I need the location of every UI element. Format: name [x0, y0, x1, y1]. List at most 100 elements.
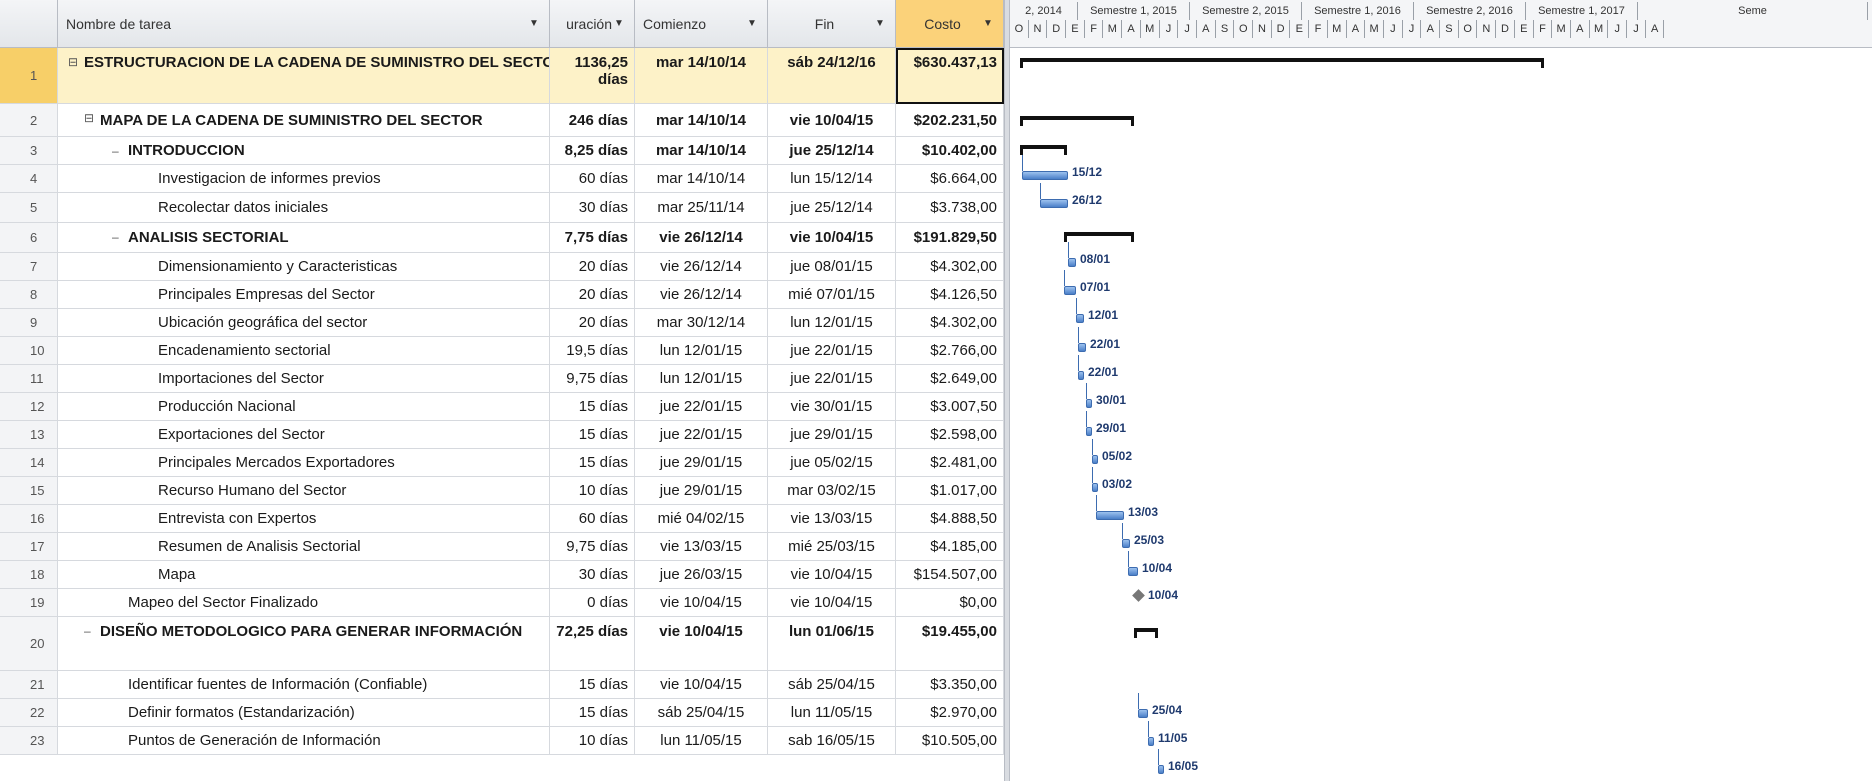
start-date-cell[interactable]: mié 04/02/15: [635, 505, 768, 533]
col-header-costo[interactable]: Costo ▼: [896, 0, 1004, 48]
task-name-cell[interactable]: – ANALISIS SECTORIAL: [58, 223, 550, 253]
milestone-diamond[interactable]: [1132, 589, 1145, 602]
row-id-cell[interactable]: 8: [0, 281, 58, 309]
start-date-cell[interactable]: sáb 25/04/15: [635, 699, 768, 727]
task-name-cell[interactable]: ⊟ ESTRUCTURACION DE LA CADENA DE SUMINIST…: [58, 48, 550, 104]
task-name-cell[interactable]: Investigacion de informes previos: [58, 165, 550, 193]
collapse-toggle-icon[interactable]: ⊟: [84, 110, 94, 127]
end-date-cell[interactable]: jue 25/12/14: [768, 137, 896, 165]
collapse-toggle-icon[interactable]: ⊟: [68, 54, 78, 71]
row-id-cell[interactable]: 5: [0, 193, 58, 223]
task-bar[interactable]: [1040, 199, 1068, 208]
cost-cell[interactable]: $630.437,13: [896, 48, 1004, 104]
filter-arrow-icon[interactable]: ▼: [612, 18, 626, 29]
end-date-cell[interactable]: lun 15/12/14: [768, 165, 896, 193]
duration-cell[interactable]: 246 días: [550, 104, 635, 137]
start-date-cell[interactable]: vie 10/04/15: [635, 589, 768, 617]
col-header-name[interactable]: Nombre de tarea ▼: [58, 0, 550, 48]
cost-cell[interactable]: $4.302,00: [896, 253, 1004, 281]
end-date-cell[interactable]: vie 10/04/15: [768, 223, 896, 253]
duration-cell[interactable]: 10 días: [550, 727, 635, 755]
task-bar[interactable]: [1158, 765, 1164, 774]
row-id-cell[interactable]: 14: [0, 449, 58, 477]
cost-cell[interactable]: $3.007,50: [896, 393, 1004, 421]
task-name-cell[interactable]: Encadenamiento sectorial: [58, 337, 550, 365]
task-name-cell[interactable]: Definir formatos (Estandarización): [58, 699, 550, 727]
start-date-cell[interactable]: jue 29/01/15: [635, 449, 768, 477]
duration-cell[interactable]: 20 días: [550, 281, 635, 309]
row-id-cell[interactable]: 20: [0, 617, 58, 671]
row-id-cell[interactable]: 16: [0, 505, 58, 533]
task-name-cell[interactable]: Mapa: [58, 561, 550, 589]
duration-cell[interactable]: 9,75 días: [550, 365, 635, 393]
row-id-cell[interactable]: 11: [0, 365, 58, 393]
duration-cell[interactable]: 60 días: [550, 165, 635, 193]
cost-cell[interactable]: $4.888,50: [896, 505, 1004, 533]
task-name-cell[interactable]: Principales Empresas del Sector: [58, 281, 550, 309]
start-date-cell[interactable]: jue 29/01/15: [635, 477, 768, 505]
task-name-cell[interactable]: Mapeo del Sector Finalizado: [58, 589, 550, 617]
task-name-cell[interactable]: Producción Nacional: [58, 393, 550, 421]
start-date-cell[interactable]: lun 12/01/15: [635, 337, 768, 365]
cost-cell[interactable]: $154.507,00: [896, 561, 1004, 589]
task-name-cell[interactable]: – INTRODUCCION: [58, 137, 550, 165]
collapse-toggle-icon[interactable]: –: [84, 623, 91, 640]
row-id-cell[interactable]: 10: [0, 337, 58, 365]
col-header-comienzo[interactable]: Comienzo ▼: [635, 0, 768, 48]
duration-cell[interactable]: 20 días: [550, 309, 635, 337]
row-id-cell[interactable]: 17: [0, 533, 58, 561]
filter-arrow-icon[interactable]: ▼: [527, 18, 541, 29]
row-id-cell[interactable]: 7: [0, 253, 58, 281]
cost-cell[interactable]: $10.505,00: [896, 727, 1004, 755]
row-id-cell[interactable]: 23: [0, 727, 58, 755]
end-date-cell[interactable]: vie 30/01/15: [768, 393, 896, 421]
duration-cell[interactable]: 10 días: [550, 477, 635, 505]
end-date-cell[interactable]: lun 01/06/15: [768, 617, 896, 671]
task-bar[interactable]: [1086, 427, 1092, 436]
task-bar[interactable]: [1122, 539, 1130, 548]
col-header-fin[interactable]: Fin ▼: [768, 0, 896, 48]
task-bar[interactable]: [1022, 171, 1068, 180]
end-date-cell[interactable]: sáb 25/04/15: [768, 671, 896, 699]
cost-cell[interactable]: $19.455,00: [896, 617, 1004, 671]
start-date-cell[interactable]: mar 14/10/14: [635, 48, 768, 104]
start-date-cell[interactable]: mar 14/10/14: [635, 104, 768, 137]
duration-cell[interactable]: 20 días: [550, 253, 635, 281]
start-date-cell[interactable]: jue 26/03/15: [635, 561, 768, 589]
start-date-cell[interactable]: mar 30/12/14: [635, 309, 768, 337]
duration-cell[interactable]: 72,25 días: [550, 617, 635, 671]
task-bar[interactable]: [1086, 399, 1092, 408]
end-date-cell[interactable]: vie 13/03/15: [768, 505, 896, 533]
task-bar[interactable]: [1068, 258, 1076, 267]
summary-bar[interactable]: [1064, 232, 1134, 236]
cost-cell[interactable]: $2.970,00: [896, 699, 1004, 727]
row-id-cell[interactable]: 4: [0, 165, 58, 193]
end-date-cell[interactable]: mar 03/02/15: [768, 477, 896, 505]
row-id-cell[interactable]: 6: [0, 223, 58, 253]
start-date-cell[interactable]: vie 26/12/14: [635, 281, 768, 309]
filter-arrow-icon[interactable]: ▼: [745, 18, 759, 29]
end-date-cell[interactable]: vie 10/04/15: [768, 104, 896, 137]
task-name-cell[interactable]: Dimensionamiento y Caracteristicas: [58, 253, 550, 281]
row-id-cell[interactable]: 19: [0, 589, 58, 617]
start-date-cell[interactable]: vie 26/12/14: [635, 223, 768, 253]
task-name-cell[interactable]: Identificar fuentes de Información (Conf…: [58, 671, 550, 699]
duration-cell[interactable]: 60 días: [550, 505, 635, 533]
cost-cell[interactable]: $202.231,50: [896, 104, 1004, 137]
row-id-cell[interactable]: 21: [0, 671, 58, 699]
duration-cell[interactable]: 30 días: [550, 193, 635, 223]
start-date-cell[interactable]: jue 22/01/15: [635, 421, 768, 449]
duration-cell[interactable]: 7,75 días: [550, 223, 635, 253]
duration-cell[interactable]: 0 días: [550, 589, 635, 617]
filter-arrow-icon[interactable]: ▼: [873, 18, 887, 29]
row-id-cell[interactable]: 12: [0, 393, 58, 421]
duration-cell[interactable]: 1136,25 días: [550, 48, 635, 104]
start-date-cell[interactable]: mar 14/10/14: [635, 165, 768, 193]
end-date-cell[interactable]: lun 11/05/15: [768, 699, 896, 727]
end-date-cell[interactable]: vie 10/04/15: [768, 561, 896, 589]
task-bar[interactable]: [1096, 511, 1124, 520]
task-bar[interactable]: [1078, 371, 1084, 380]
cost-cell[interactable]: $3.738,00: [896, 193, 1004, 223]
cost-cell[interactable]: $191.829,50: [896, 223, 1004, 253]
cost-cell[interactable]: $2.481,00: [896, 449, 1004, 477]
